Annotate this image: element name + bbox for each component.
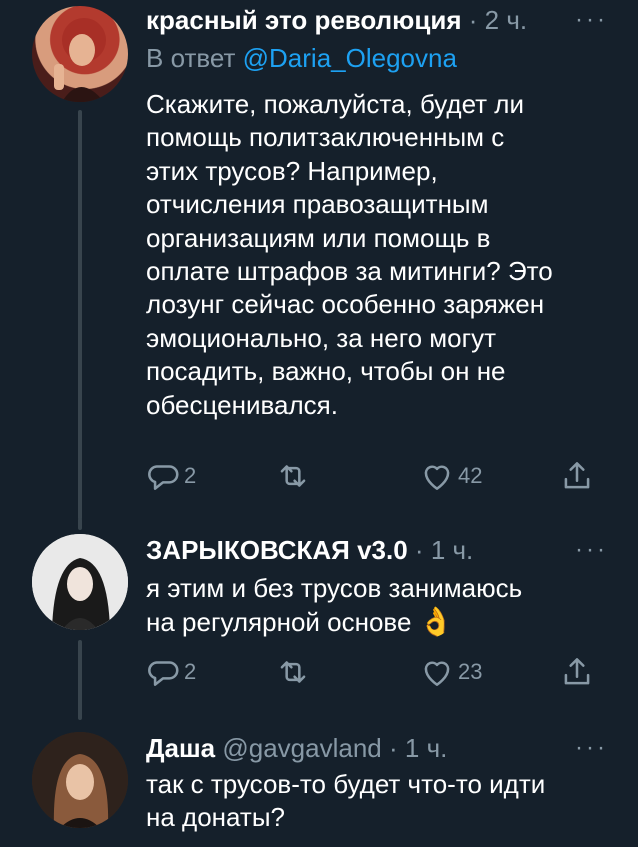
like-button[interactable]: 23 — [418, 652, 482, 692]
heart-icon — [424, 661, 450, 686]
share-icon — [564, 462, 590, 489]
reply-icon — [148, 661, 179, 686]
separator-dot: · — [414, 535, 424, 565]
separator-dot: · — [388, 733, 398, 763]
action-bar: 2 23 — [140, 652, 600, 692]
avatar[interactable] — [32, 732, 128, 828]
reply-prefix: В ответ — [146, 43, 236, 73]
tweet-2[interactable]: ЗАРЫКОВСКАЯ v3.0 · 1 ч. ··· я этим и без… — [0, 518, 638, 720]
avatar-image-icon — [54, 18, 106, 102]
like-count: 23 — [458, 659, 483, 684]
tweet-text: Скажите, пожалуйста, будет ли помощь пол… — [146, 89, 553, 420]
avatar-image-icon — [32, 732, 128, 828]
retweet-icon — [280, 661, 306, 683]
timestamp[interactable]: 2 ч. — [485, 5, 527, 35]
thread-line-top — [78, 518, 82, 530]
more-options-icon[interactable]: ··· — [575, 534, 608, 566]
reply-count: 2 — [184, 463, 197, 488]
more-options-icon[interactable]: ··· — [575, 4, 608, 36]
timestamp[interactable]: 1 ч. — [431, 535, 473, 565]
tweet-text: я этим и без трусов занимаюсь на регуляр… — [146, 572, 616, 640]
like-button[interactable]: 42 — [418, 456, 482, 496]
author-name[interactable]: Даша — [146, 733, 215, 763]
retweet-button[interactable] — [274, 456, 314, 496]
separator-dot: · — [468, 5, 478, 35]
retweet-button[interactable] — [274, 652, 314, 692]
timestamp[interactable]: 1 ч. — [405, 733, 447, 763]
more-options-icon[interactable]: ··· — [575, 732, 608, 764]
tweet-header: ЗАРЫКОВСКАЯ v3.0 · 1 ч. ··· — [146, 534, 608, 566]
thread-line — [78, 640, 82, 720]
like-count: 42 — [458, 463, 483, 488]
reply-icon — [148, 465, 179, 490]
author-name[interactable]: красный это революция — [146, 5, 462, 35]
ok-hand-emoji: 👌 — [418, 606, 454, 638]
share-button[interactable] — [558, 456, 596, 496]
avatar[interactable] — [32, 534, 128, 630]
author-name[interactable]: ЗАРЫКОВСКАЯ v3.0 — [146, 535, 408, 565]
share-button[interactable] — [558, 652, 596, 692]
thread-line — [78, 110, 82, 520]
reply-mention-link[interactable]: @Daria_Olegovna — [243, 43, 457, 73]
reply-context: В ответ @Daria_Olegovna — [146, 42, 457, 74]
reply-count: 2 — [184, 659, 197, 684]
tweet-1[interactable]: красный это революция · 2 ч. ··· В ответ… — [0, 0, 638, 520]
tweet-text-content: я этим и без трусов занимаюсь на регуляр… — [146, 573, 523, 638]
action-bar: 2 42 — [140, 456, 600, 496]
author-handle[interactable]: @gavgavland — [222, 733, 381, 763]
reply-button[interactable]: 2 — [144, 456, 196, 496]
tweet-text: так с трусов-то будет что-то идти на дон… — [146, 769, 546, 833]
tweet-3[interactable]: Даша @gavgavland · 1 ч. ··· так с трусов… — [0, 720, 638, 847]
avatar[interactable] — [32, 6, 128, 102]
retweet-icon — [280, 465, 306, 487]
tweet-header: красный это революция · 2 ч. ··· — [146, 4, 608, 36]
share-icon — [564, 658, 590, 685]
tweet-header: Даша @gavgavland · 1 ч. ··· — [146, 732, 608, 764]
heart-icon — [424, 465, 450, 490]
reply-button[interactable]: 2 — [144, 652, 196, 692]
avatar-image-icon — [32, 534, 128, 630]
